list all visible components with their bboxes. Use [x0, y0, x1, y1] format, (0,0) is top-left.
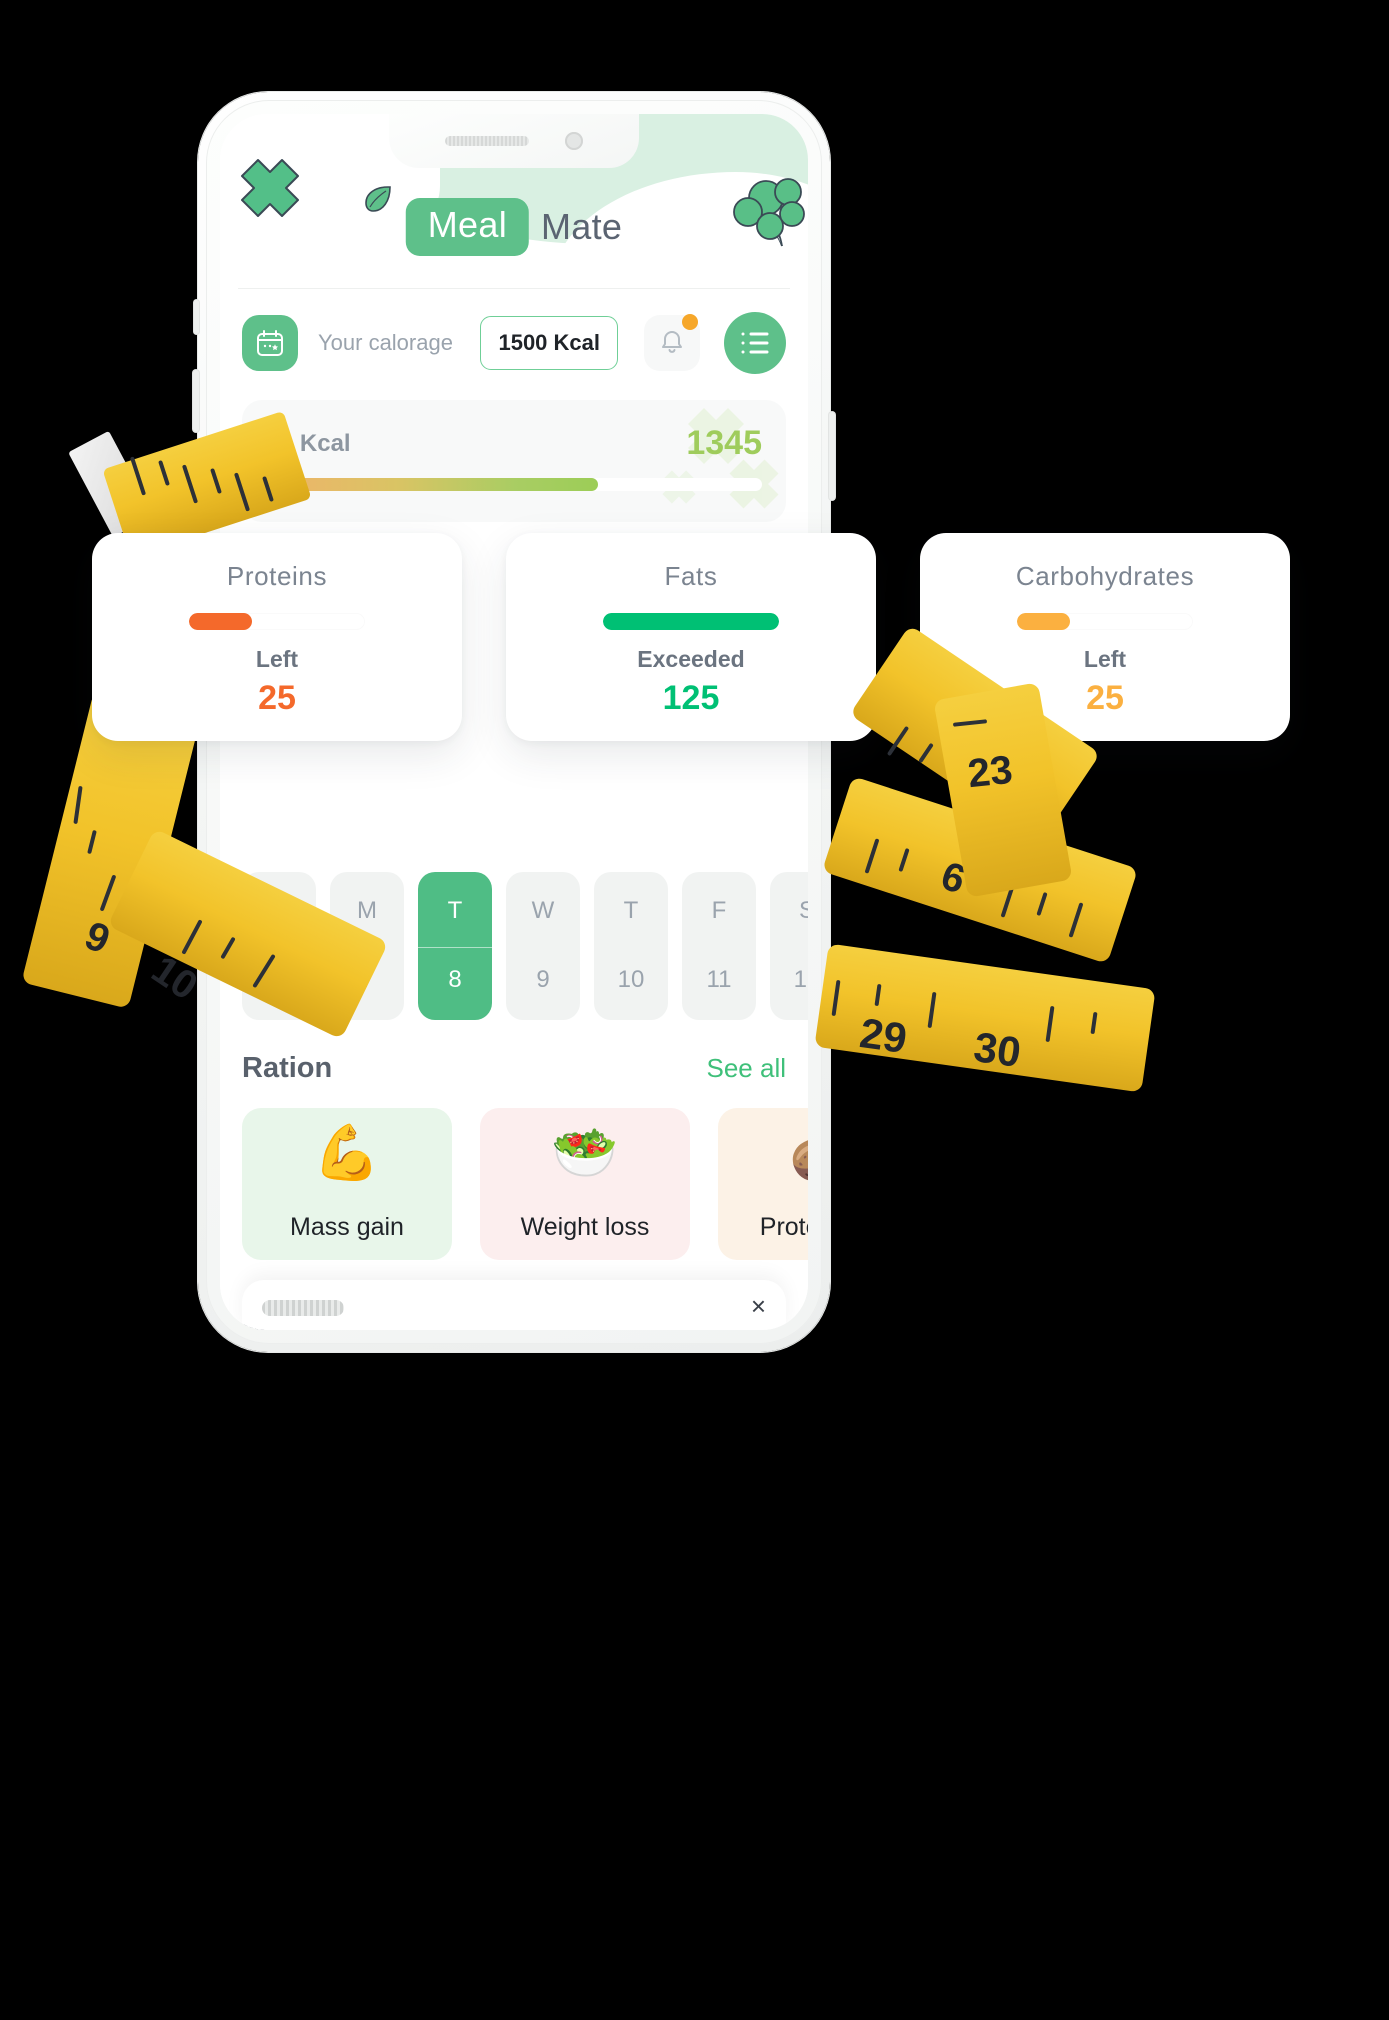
leaf-icon	[365, 186, 391, 212]
day-number: 11	[706, 966, 732, 993]
ration-card-list: 💪 Mass gain 🥗 Weight loss 🥔 Protein diet	[242, 1108, 808, 1260]
macro-title: Proteins	[226, 561, 328, 591]
day-cell-11[interactable]: F 11	[682, 872, 756, 1020]
notification-badge-dot	[682, 314, 698, 330]
day-number: 9	[536, 966, 550, 993]
day-of-week: W	[531, 897, 555, 924]
macro-progress-track	[603, 613, 779, 630]
kcal-progress-card: 🔥Kcal 1345	[242, 400, 786, 522]
day-cell-9[interactable]: W9	[506, 872, 580, 1020]
macro-progress-track	[189, 613, 365, 630]
macro-card-proteins[interactable]: Proteins Left 25	[92, 533, 462, 741]
macro-progress-fill	[1017, 613, 1070, 630]
tape-measure-right-lower: 29 30	[814, 940, 1156, 1120]
close-icon[interactable]: ×	[751, 1293, 766, 1319]
tape-number: 29	[857, 1008, 910, 1063]
earpiece-speaker	[445, 136, 529, 146]
ration-card-protein-diet[interactable]: 🥔 Protein diet	[718, 1108, 808, 1260]
day-of-week: T	[623, 897, 639, 924]
tape-measure-right-top: 23	[920, 682, 1140, 898]
phone-mute-switch	[194, 300, 199, 334]
day-of-week: F	[711, 897, 727, 924]
phone-notch	[389, 114, 639, 168]
calorage-value-field[interactable]: 1500 Kcal	[480, 316, 618, 370]
broccoli-icon	[733, 178, 805, 247]
phone-volume-up	[193, 370, 199, 432]
ration-card-emoji: 🥗	[551, 1123, 619, 1183]
cross-decoration-icon	[241, 159, 299, 217]
ration-card-emoji: 💪	[313, 1123, 381, 1183]
tape-number: 23	[965, 747, 1015, 797]
ration-card-weight-loss[interactable]: 🥗 Weight loss	[480, 1108, 690, 1260]
macro-progress-fill	[603, 613, 779, 630]
tape-number: 30	[971, 1022, 1024, 1077]
sheet-drag-handle[interactable]	[262, 1300, 344, 1316]
day-number: 8	[418, 947, 492, 994]
calorage-toolbar: Your calorage 1500 Kcal	[242, 310, 786, 376]
kcal-value: 1345	[686, 424, 762, 462]
ration-card-label: Weight loss	[520, 1213, 650, 1241]
day-of-week: T	[447, 897, 463, 924]
screenshot-root: 9 10 Meal Mate Your calorage 1500 Kcal K…	[0, 0, 1389, 2020]
kcal-progress-track	[266, 478, 762, 491]
header-divider	[238, 288, 790, 289]
calendar-icon[interactable]	[242, 315, 298, 371]
macro-value: 25	[258, 679, 296, 717]
see-all-link[interactable]: See all	[707, 1053, 787, 1084]
ration-card-label: Mass gain	[290, 1213, 404, 1241]
bottom-sheet-strip: ×	[242, 1280, 786, 1330]
macro-progress-fill	[189, 613, 253, 630]
day-number: 10	[617, 966, 645, 993]
macro-progress-track	[1017, 613, 1193, 630]
ration-header: Ration See all	[242, 1052, 786, 1085]
day-cell-10[interactable]: T 10	[594, 872, 668, 1020]
ration-title: Ration	[242, 1052, 333, 1084]
kcal-progress-fill	[266, 478, 599, 491]
kcal-label-text: Kcal	[299, 429, 351, 457]
macro-state: Left	[255, 646, 299, 672]
app-brand: Meal Mate	[405, 198, 623, 256]
brand-text-mate: Mate	[541, 206, 623, 247]
list-menu-icon[interactable]	[724, 312, 786, 374]
calorage-label: Your calorage	[318, 330, 453, 355]
macro-title: Fats	[664, 561, 718, 591]
ration-card-label: Protein diet	[759, 1213, 808, 1241]
notifications-button[interactable]	[644, 314, 700, 371]
ration-card-mass-gain[interactable]: 💪 Mass gain	[242, 1108, 452, 1260]
ration-card-emoji: 🥔	[789, 1126, 808, 1180]
front-camera-icon	[565, 132, 583, 150]
day-cell-8[interactable]: T8	[418, 872, 492, 1020]
kcal-header-row: 🔥Kcal 1345	[266, 424, 762, 463]
phone-power-button	[829, 412, 835, 500]
macro-state: Exceeded	[637, 646, 745, 672]
macro-title: Carbohydrates	[1015, 561, 1195, 591]
brand-chip-meal: Meal	[405, 198, 529, 256]
